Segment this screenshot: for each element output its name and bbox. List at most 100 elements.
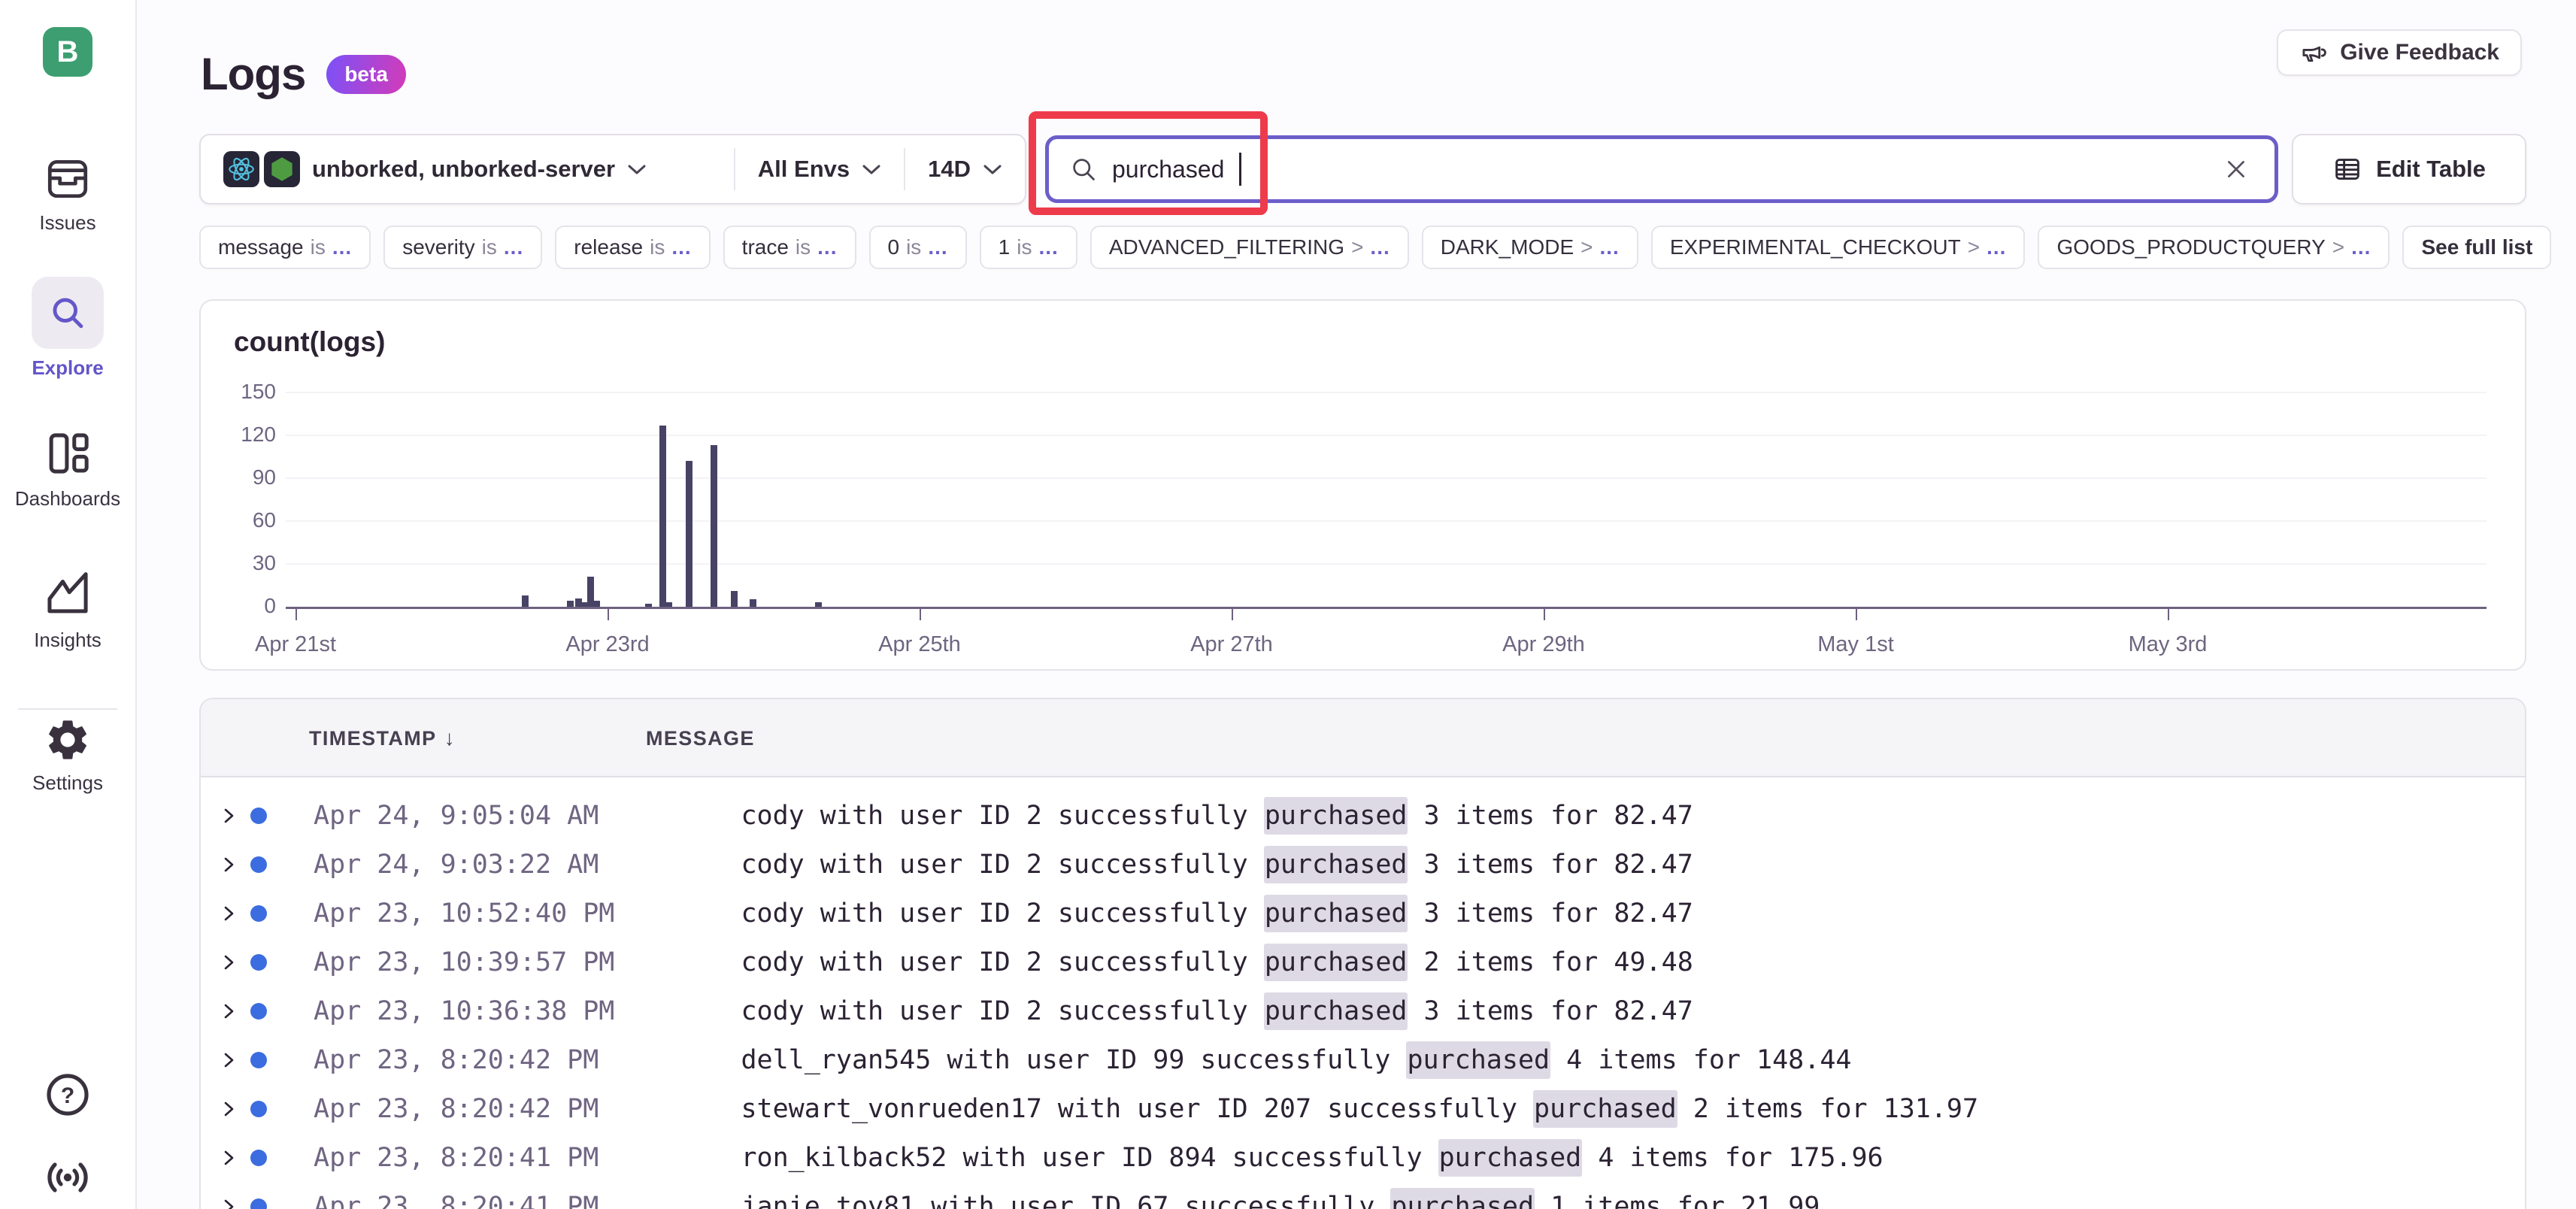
column-header-message[interactable]: MESSAGE	[646, 699, 755, 777]
log-search-input[interactable]: purchased	[1045, 135, 2278, 203]
chevron-right-icon[interactable]	[220, 856, 237, 874]
x-axis-tick-label: Apr 21st	[205, 632, 386, 657]
gear-icon	[44, 716, 92, 764]
filter-chip-severity[interactable]: severityis...	[383, 226, 542, 269]
sidebar-item-settings[interactable]: Settings	[0, 716, 135, 795]
chart-bar	[522, 595, 529, 607]
x-axis-tick	[920, 607, 921, 620]
y-axis-tick-label: 0	[205, 594, 276, 618]
x-axis-tick-label: May 3rd	[2077, 632, 2258, 657]
log-timestamp: Apr 23, 8:20:41 PM	[314, 1143, 599, 1173]
table-icon	[2332, 154, 2362, 184]
filter-chips-row: messageis... severityis... releaseis... tra…	[199, 226, 2576, 269]
chevron-right-icon[interactable]	[220, 1100, 237, 1118]
chevron-right-icon[interactable]	[220, 1149, 237, 1167]
close-icon	[2223, 156, 2249, 182]
text-cursor	[1239, 153, 1241, 186]
log-count-chart-panel: count(logs) 0306090120150Apr 21stApr 23r…	[199, 299, 2526, 671]
filter-chip-dark_mode[interactable]: DARK_MODE>...	[1422, 226, 1638, 269]
table-header: TIMESTAMP ↓ MESSAGE	[201, 699, 2525, 777]
chart-gridline	[286, 563, 2487, 565]
whats-new-button[interactable]	[44, 1153, 92, 1201]
y-axis-tick-label: 120	[205, 423, 276, 447]
chevron-right-icon[interactable]	[220, 807, 237, 825]
issues-icon	[43, 154, 92, 204]
edit-table-label: Edit Table	[2376, 156, 2486, 183]
filter-chip-1[interactable]: 1is...	[980, 226, 1077, 269]
chart-gridline	[286, 435, 2487, 436]
y-axis-tick-label: 90	[205, 465, 276, 489]
project-selector[interactable]: unborked, unborked-server	[201, 135, 734, 203]
x-axis-tick	[1232, 607, 1233, 620]
chart-bar	[815, 602, 822, 607]
chevron-right-icon[interactable]	[220, 1198, 237, 1209]
give-feedback-button[interactable]: Give Feedback	[2277, 29, 2522, 76]
x-axis-tick	[1544, 607, 1545, 620]
filter-chip-message[interactable]: messageis...	[199, 226, 371, 269]
insights-icon	[41, 568, 94, 621]
y-axis-tick-label: 60	[205, 508, 276, 532]
sidebar-item-label: Explore	[32, 356, 103, 380]
x-axis-tick	[608, 607, 609, 620]
log-message: janie_toy81 with user ID 67 successfully…	[646, 1162, 1820, 1209]
chart-bar	[711, 445, 717, 607]
log-level-dot	[250, 808, 267, 824]
log-timestamp: Apr 24, 9:03:22 AM	[314, 850, 599, 880]
page-title: Logs	[201, 48, 305, 100]
y-axis-tick-label: 30	[205, 551, 276, 575]
environment-selector-value: All Envs	[758, 156, 850, 183]
x-axis-tick-label: Apr 23rd	[517, 632, 698, 657]
chevron-right-icon[interactable]	[220, 1051, 237, 1069]
chart-gridline	[286, 520, 2487, 522]
log-table-panel: TIMESTAMP ↓ MESSAGE Apr 24, 9:05:04 AM c…	[199, 698, 2526, 1209]
sidebar-item-explore[interactable]: Explore	[0, 277, 135, 380]
sidebar-item-label: Settings	[32, 771, 103, 795]
log-timestamp: Apr 24, 9:05:04 AM	[314, 801, 599, 831]
sidebar-item-insights[interactable]: Insights	[0, 568, 135, 652]
edit-table-button[interactable]: Edit Table	[2292, 134, 2526, 205]
dashboards-icon	[41, 427, 94, 480]
clear-search-button[interactable]	[2219, 152, 2253, 186]
sidebar-item-label: Insights	[34, 629, 102, 652]
page-header: Logs beta	[201, 48, 406, 100]
chart-bar	[659, 426, 666, 607]
log-level-dot	[250, 1101, 267, 1117]
filter-chip-trace[interactable]: traceis...	[723, 226, 856, 269]
see-full-list-button[interactable]: See full list	[2402, 226, 2551, 269]
search-query-text: purchased	[1112, 156, 1224, 183]
project-selector-value: unborked, unborked-server	[312, 156, 615, 183]
chevron-right-icon[interactable]	[220, 953, 237, 971]
y-axis-tick-label: 150	[205, 380, 276, 404]
chevron-right-icon[interactable]	[220, 1002, 237, 1020]
beta-badge: beta	[326, 55, 406, 94]
filter-chip-0[interactable]: 0is...	[869, 226, 967, 269]
column-header-timestamp[interactable]: TIMESTAMP ↓	[309, 699, 456, 777]
search-match-highlight: purchased	[1390, 1188, 1535, 1209]
log-level-dot	[250, 905, 267, 922]
x-axis-tick	[295, 607, 297, 620]
help-button[interactable]: ?	[44, 1071, 92, 1119]
explore-active-pill	[32, 277, 104, 349]
search-icon	[1070, 156, 1097, 183]
log-timestamp: Apr 23, 8:20:41 PM	[314, 1192, 599, 1209]
chevron-right-icon[interactable]	[220, 904, 237, 923]
x-axis-tick-label: Apr 25th	[829, 632, 1010, 657]
project-platform-icons	[223, 151, 300, 187]
environment-selector[interactable]: All Envs	[735, 135, 904, 203]
filter-chip-experimental_checkout[interactable]: EXPERIMENTAL_CHECKOUT>...	[1651, 226, 2026, 269]
sidebar-item-label: Dashboards	[15, 487, 120, 511]
sidebar-item-dashboards[interactable]: Dashboards	[0, 427, 135, 511]
sidebar-item-issues[interactable]: Issues	[0, 154, 135, 235]
sidebar-divider	[18, 708, 117, 710]
log-level-dot	[250, 1003, 267, 1020]
date-range-selector[interactable]: 14D	[905, 135, 1025, 203]
table-row[interactable]: Apr 23, 8:20:41 PM janie_toy81 with user…	[201, 1182, 2525, 1209]
chart-bar	[645, 604, 652, 607]
filter-chip-goods_productquery[interactable]: GOODS_PRODUCTQUERY>...	[2038, 226, 2390, 269]
filter-chip-release[interactable]: releaseis...	[555, 226, 710, 269]
org-avatar[interactable]: B	[43, 27, 92, 77]
help-circle-icon: ?	[44, 1071, 92, 1119]
filter-chip-advanced_filtering[interactable]: ADVANCED_FILTERING>...	[1090, 226, 1409, 269]
chart-bar	[750, 599, 756, 607]
node-platform-icon	[264, 151, 300, 187]
